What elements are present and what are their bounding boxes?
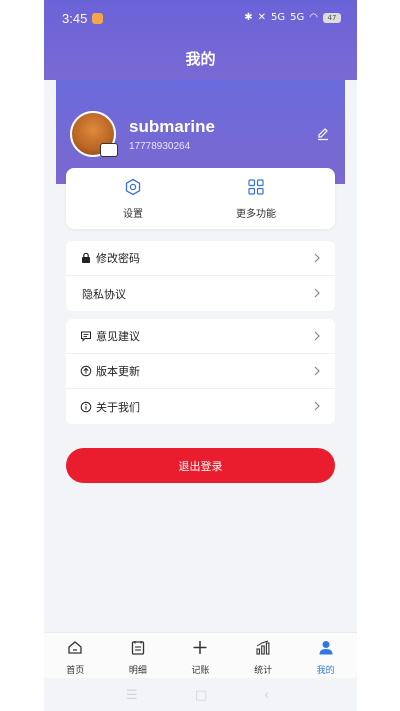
menu-label: 隐私协议: [82, 287, 126, 301]
tab-label: 首页: [66, 666, 85, 676]
menu-nav-icon[interactable]: ☰: [126, 688, 138, 703]
menu-item-change-password[interactable]: 修改密码: [66, 241, 335, 276]
menu-item-about-us[interactable]: 关于我们: [66, 389, 335, 424]
signal-label-2: 5G: [290, 12, 305, 23]
system-icons: ✱ ✕ 5G 5G ◠ 47: [244, 12, 341, 23]
chevron-right-icon: [314, 366, 320, 376]
tab-label: 我的: [316, 666, 335, 676]
quick-actions-card: 设置 更多功能: [66, 168, 335, 229]
chart-icon: [256, 640, 270, 655]
tab-statistics[interactable]: 统计: [232, 633, 295, 678]
phone-number: 17778930264: [129, 141, 191, 152]
menu-label: 修改密码: [96, 252, 140, 265]
tab-mine[interactable]: 我的: [294, 633, 357, 678]
bluetooth-icon: ✱: [244, 12, 253, 23]
user-icon: [319, 641, 333, 655]
back-nav-icon[interactable]: ‹: [264, 688, 269, 703]
settings-button[interactable]: 设置: [83, 178, 183, 221]
status-time: 3:45: [62, 11, 88, 26]
menu-item-feedback[interactable]: 意见建议: [66, 319, 335, 354]
chevron-right-icon: [314, 288, 320, 298]
tab-add-record[interactable]: 记账: [169, 633, 232, 678]
home-icon: [68, 641, 82, 654]
lock-icon: [82, 252, 90, 263]
avatar-badge-icon: [100, 143, 118, 157]
mute-icon: ✕: [257, 12, 267, 23]
more-features-label: 更多功能: [236, 209, 276, 220]
info-icon: [80, 401, 92, 412]
menu-item-privacy-policy[interactable]: 隐私协议: [66, 276, 335, 311]
menu-item-version-update[interactable]: 版本更新: [66, 354, 335, 389]
system-nav-bar: ☰ □ ‹: [44, 678, 357, 711]
app-notification-icon: [92, 13, 103, 24]
settings-label: 设置: [123, 209, 143, 220]
username: submarine: [129, 117, 215, 136]
plus-icon: [193, 641, 207, 654]
chevron-right-icon: [314, 331, 320, 341]
list-icon: [131, 641, 145, 655]
gear-icon: [125, 178, 141, 196]
menu-label: 关于我们: [96, 400, 140, 414]
app-screen: 3:45 ✱ ✕ 5G 5G ◠ 47 我的 submarine 1777893…: [44, 0, 357, 711]
tab-label: 记账: [191, 666, 210, 676]
message-icon: [81, 331, 91, 342]
avatar[interactable]: [70, 111, 118, 157]
tab-details[interactable]: 明细: [107, 633, 170, 678]
edit-icon[interactable]: [316, 127, 330, 141]
wifi-icon: ◠: [309, 12, 318, 23]
chevron-right-icon: [314, 253, 320, 263]
status-bar: 3:45 ✱ ✕ 5G 5G ◠ 47: [44, 8, 357, 30]
logout-button[interactable]: 退出登录: [66, 448, 335, 483]
signal-label-1: 5G: [271, 12, 286, 23]
info-menu: 意见建议 版本更新 关于我们: [66, 319, 335, 424]
account-menu: 修改密码 隐私协议: [66, 241, 335, 311]
menu-label: 意见建议: [96, 330, 140, 343]
tab-bar: 首页 明细 记账 统计 我的: [44, 632, 357, 678]
tab-label: 明细: [128, 666, 147, 676]
battery-icon: 47: [323, 12, 341, 23]
more-features-button[interactable]: 更多功能: [206, 178, 306, 221]
home-nav-icon[interactable]: □: [195, 688, 207, 703]
arrow-up-circle-icon: [80, 365, 92, 377]
menu-label: 版本更新: [96, 365, 140, 378]
chevron-right-icon: [314, 401, 320, 411]
page-title: 我的: [185, 50, 216, 68]
tab-home[interactable]: 首页: [44, 633, 107, 678]
tab-label: 统计: [254, 666, 273, 676]
grid-icon: [248, 179, 264, 195]
